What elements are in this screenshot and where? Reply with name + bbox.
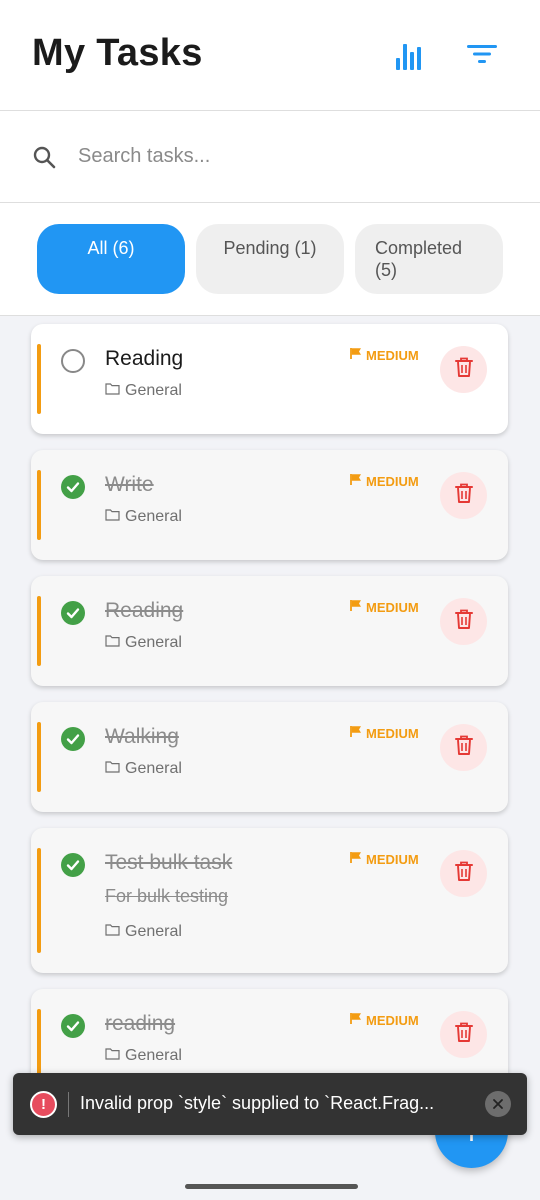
folder-icon [105, 382, 120, 400]
priority-badge: MEDIUM [350, 599, 419, 615]
task-title: Test bulk task [105, 851, 233, 874]
flag-icon [350, 599, 362, 615]
error-icon: ! [30, 1091, 57, 1118]
toast-message: Invalid prop `style` supplied to `React.… [80, 1093, 435, 1113]
category-label: General [125, 508, 182, 525]
app-header: My Tasks [0, 0, 540, 111]
folder-icon [105, 634, 120, 652]
task-category: General [105, 923, 182, 941]
task-title: Walking [105, 725, 179, 748]
tab-completed[interactable]: Completed (5) [355, 224, 503, 294]
task-category: General [105, 634, 182, 652]
task-card[interactable]: Test bulk task For bulk testing General MED… [31, 828, 508, 973]
category-label: General [125, 1047, 182, 1064]
search-bar [0, 111, 540, 203]
search-input[interactable] [78, 139, 498, 173]
search-icon [32, 145, 56, 174]
priority-badge: MEDIUM [350, 347, 419, 363]
delete-button[interactable] [440, 724, 487, 771]
page-title: My Tasks [32, 32, 203, 74]
delete-button[interactable] [440, 598, 487, 645]
priority-label: MEDIUM [366, 851, 419, 867]
task-title: Reading [105, 599, 184, 622]
priority-label: MEDIUM [366, 347, 419, 363]
trash-icon [454, 860, 474, 887]
task-category: General [105, 382, 182, 400]
priority-bar [37, 344, 41, 414]
category-label: General [125, 760, 182, 777]
category-label: General [125, 382, 182, 399]
folder-icon [105, 1047, 120, 1065]
priority-badge: MEDIUM [350, 725, 419, 741]
delete-button[interactable] [440, 850, 487, 897]
priority-badge: MEDIUM [350, 851, 419, 867]
error-toast[interactable]: ! Invalid prop `style` supplied to `Reac… [13, 1073, 527, 1135]
priority-bar [37, 470, 41, 540]
trash-icon [454, 608, 474, 635]
category-label: General [125, 923, 182, 940]
task-category: General [105, 508, 182, 526]
task-card[interactable]: Reading General MEDIUM [31, 576, 508, 686]
task-list[interactable]: Reading General MEDIUM Write General MEDIUM Re… [0, 317, 540, 1200]
flag-icon [350, 1012, 362, 1028]
category-label: General [125, 634, 182, 651]
task-title: Write [105, 473, 154, 496]
task-description: For bulk testing [105, 886, 229, 906]
task-category: General [105, 1047, 182, 1065]
task-title: reading [105, 1012, 176, 1035]
priority-bar [37, 722, 41, 792]
priority-label: MEDIUM [366, 1012, 419, 1028]
task-category: General [105, 760, 182, 778]
priority-label: MEDIUM [366, 725, 419, 741]
flag-icon [350, 725, 362, 741]
check-circle-icon[interactable] [61, 1014, 85, 1038]
folder-icon [105, 508, 120, 526]
check-circle-icon[interactable] [61, 475, 85, 499]
filter-tabs: All (6) Pending (1) Completed (5) [0, 203, 540, 316]
trash-icon [454, 356, 474, 383]
delete-button[interactable] [440, 472, 487, 519]
priority-bar [37, 848, 41, 953]
task-card[interactable]: Write General MEDIUM [31, 450, 508, 560]
close-icon[interactable] [485, 1091, 511, 1117]
folder-icon [105, 923, 120, 941]
delete-button[interactable] [440, 346, 487, 393]
toast-divider [68, 1092, 69, 1117]
bar-chart-icon[interactable] [392, 36, 426, 72]
priority-badge: MEDIUM [350, 473, 419, 489]
trash-icon [454, 482, 474, 509]
check-circle-icon[interactable] [61, 601, 85, 625]
priority-bar [37, 596, 41, 666]
check-circle-icon[interactable] [61, 727, 85, 751]
priority-bar [37, 1009, 41, 1079]
empty-circle-icon[interactable] [61, 349, 85, 373]
task-card[interactable]: Walking General MEDIUM [31, 702, 508, 812]
home-indicator [185, 1184, 358, 1189]
trash-icon [454, 1021, 474, 1048]
check-circle-icon[interactable] [61, 853, 85, 877]
priority-label: MEDIUM [366, 599, 419, 615]
task-title: Reading [105, 347, 184, 370]
task-card[interactable]: Reading General MEDIUM [31, 324, 508, 434]
priority-badge: MEDIUM [350, 1012, 419, 1028]
delete-button[interactable] [440, 1011, 487, 1058]
filter-icon[interactable] [465, 36, 499, 72]
flag-icon [350, 473, 362, 489]
priority-label: MEDIUM [366, 473, 419, 489]
trash-icon [454, 734, 474, 761]
folder-icon [105, 760, 120, 778]
flag-icon [350, 347, 362, 363]
tab-pending[interactable]: Pending (1) [196, 224, 344, 294]
tab-all[interactable]: All (6) [37, 224, 185, 294]
flag-icon [350, 851, 362, 867]
